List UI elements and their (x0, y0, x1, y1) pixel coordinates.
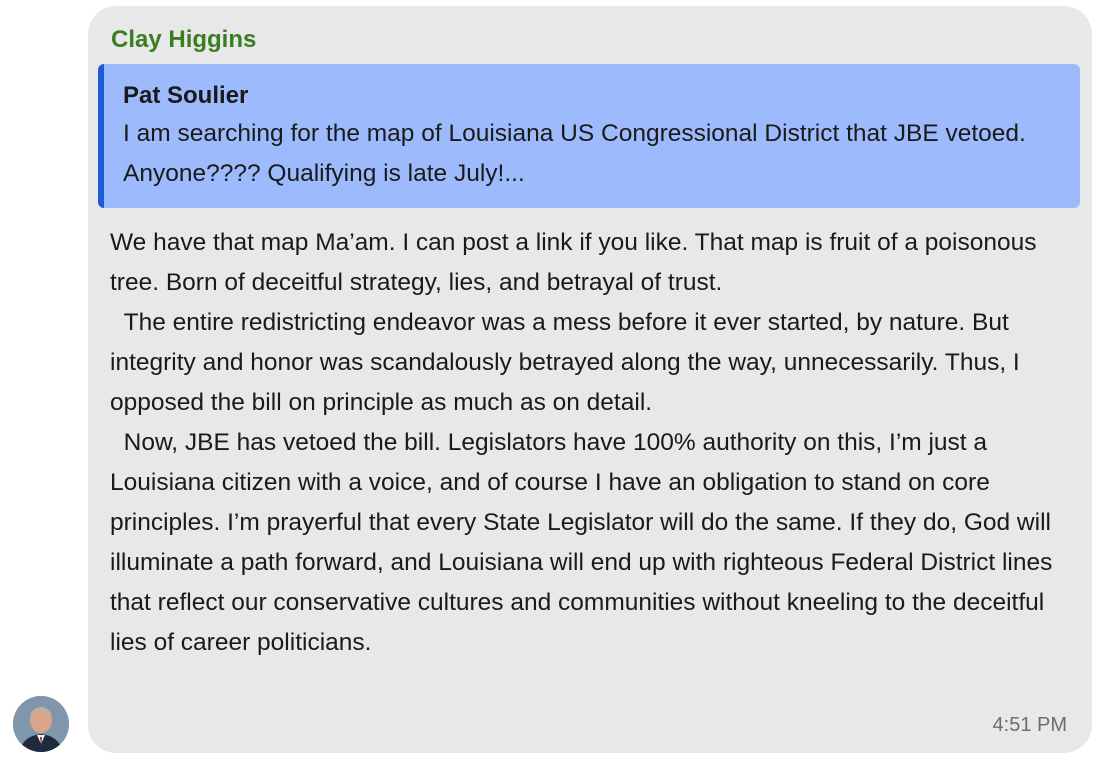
sender-avatar[interactable] (13, 696, 69, 752)
message-timestamp: 4:51 PM (992, 714, 1067, 736)
quoted-author: Pat Soulier (123, 82, 249, 109)
message-bubble[interactable]: Clay Higgins Pat Soulier I am searching … (88, 6, 1092, 753)
quoted-text: I am searching for the map of Louisiana … (123, 120, 1026, 187)
reply-quote[interactable]: Pat Soulier I am searching for the map o… (98, 64, 1080, 208)
message-text: We have that map Ma’am. I can post a lin… (110, 229, 1053, 656)
sender-name[interactable]: Clay Higgins (111, 26, 256, 54)
